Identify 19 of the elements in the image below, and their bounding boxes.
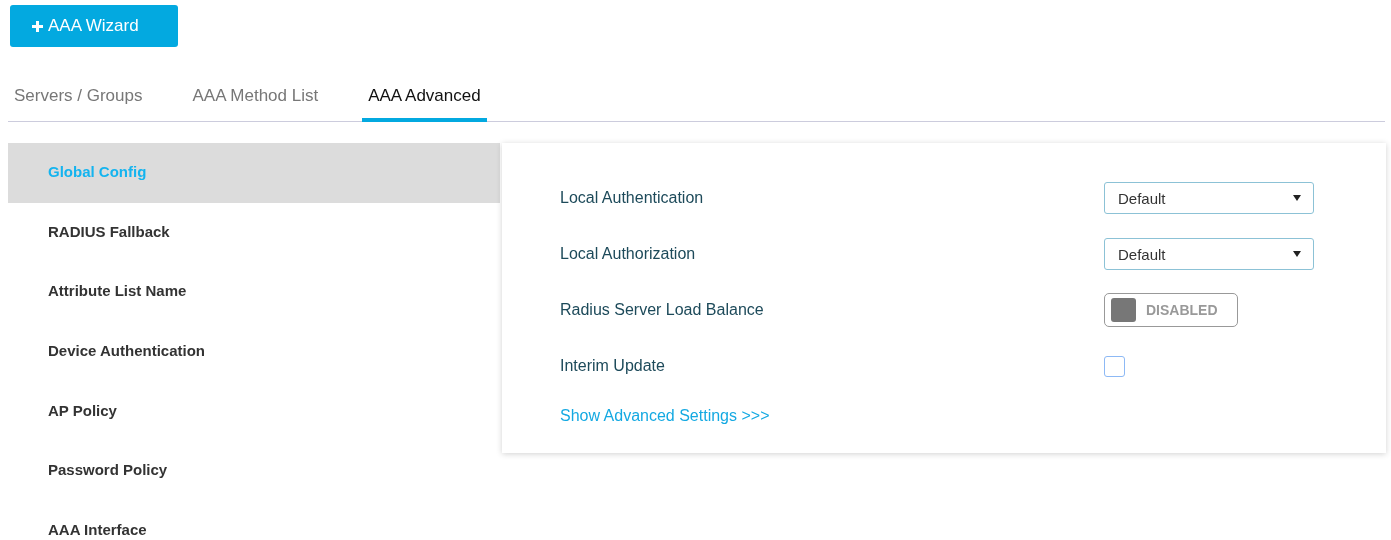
sidebar-item[interactable]: RADIUS Fallback <box>8 202 500 263</box>
caret-icon <box>1293 251 1301 257</box>
dropdown[interactable]: Default <box>1104 182 1314 214</box>
sidebar-item[interactable]: AP Policy <box>8 381 500 442</box>
tab[interactable]: AAA Advanced <box>362 86 487 122</box>
sidebar-item[interactable]: Password Policy <box>8 441 500 502</box>
caret-icon <box>1293 195 1301 201</box>
checkbox[interactable] <box>1104 355 1125 377</box>
plus-icon <box>32 20 43 32</box>
sidebar-item[interactable]: AAA Interface <box>8 501 500 540</box>
setting-label: Local Authentication <box>560 189 705 207</box>
sidebar-item[interactable]: Attribute List Name <box>8 262 500 323</box>
dropdown[interactable]: Default <box>1104 238 1314 270</box>
setting-label: Interim Update <box>560 357 666 375</box>
setting-label: Radius Server Load Balance <box>560 301 765 319</box>
tab[interactable]: AAA Method List <box>186 86 325 122</box>
setting-label: Local Authorization <box>560 245 697 263</box>
tab[interactable]: Servers / Groups <box>8 86 149 122</box>
sidebar-item[interactable]: Device Authentication <box>8 322 500 382</box>
